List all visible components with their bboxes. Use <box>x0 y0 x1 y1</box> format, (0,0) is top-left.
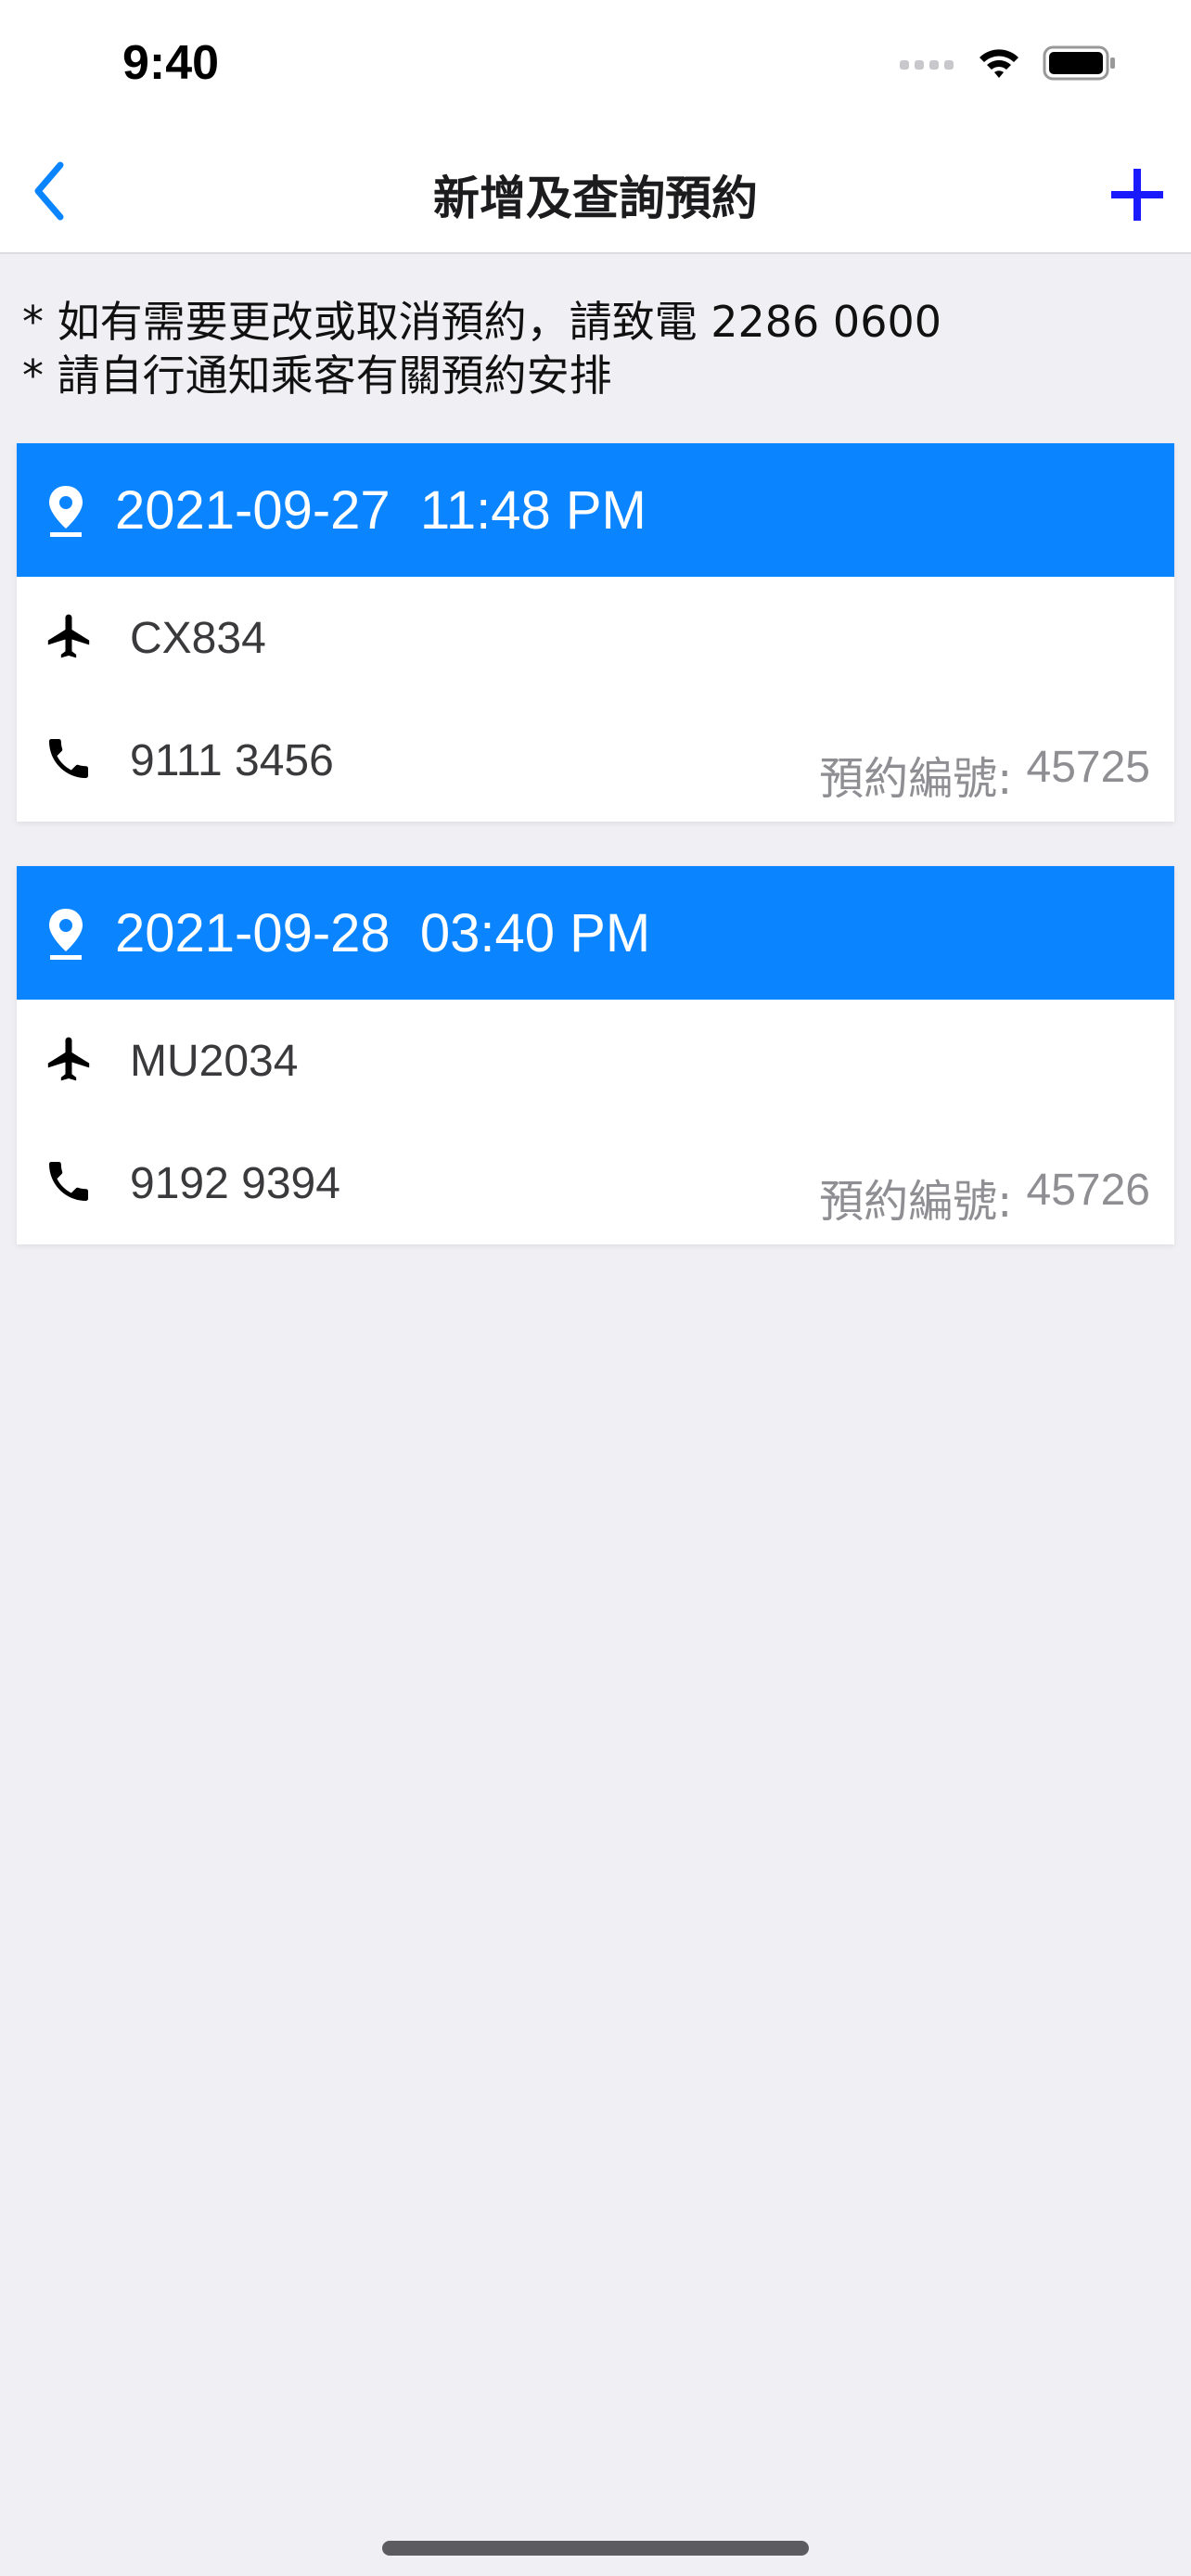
booking-card[interactable]: 2021-09-28 03:40 PM MU2034 9192 9394 預約編… <box>17 866 1174 1244</box>
booking-number-value: 45725 <box>1026 743 1150 792</box>
booking-number: 預約編號: 45725 <box>819 742 1150 807</box>
battery-icon <box>1043 45 1117 85</box>
location-pin-icon <box>43 482 89 538</box>
wifi-icon <box>976 45 1022 85</box>
flight-number: MU2034 <box>130 1036 299 1086</box>
notice-line: * 如有需要更改或取消預約，請致電 2286 0600 <box>22 297 941 347</box>
phone-number: 9192 9394 <box>130 1158 340 1208</box>
phone-row: 9111 3456 <box>43 733 334 788</box>
booking-datetime: 2021-09-27 11:48 PM <box>115 479 647 541</box>
booking-datetime: 2021-09-28 03:40 PM <box>115 902 651 963</box>
notice-text: * 如有需要更改或取消預約，請致電 2286 0600 * 請自行通知乘客有關預… <box>22 295 1172 402</box>
flight-row: CX834 <box>43 610 266 666</box>
flight-row: MU2034 <box>43 1033 298 1089</box>
add-booking-button[interactable] <box>1104 163 1171 230</box>
phone-number: 9111 3456 <box>130 735 334 785</box>
notice-line: * 請自行通知乘客有關預約安排 <box>22 351 612 401</box>
phone-icon <box>43 1155 130 1211</box>
signal-icon <box>900 57 955 74</box>
booking-number-label: 預約編號: <box>819 1176 1027 1228</box>
status-bar: 9:40 <box>0 0 1191 130</box>
plus-icon <box>1109 167 1165 226</box>
flight-number: CX834 <box>130 613 266 663</box>
status-icons <box>900 45 1117 85</box>
airplane-icon <box>43 1033 130 1089</box>
booking-number-value: 45726 <box>1026 1166 1150 1215</box>
booking-card[interactable]: 2021-09-27 11:48 PM CX834 9111 3456 預約編號… <box>17 443 1174 822</box>
home-indicator[interactable] <box>382 2541 809 2556</box>
airplane-icon <box>43 610 130 666</box>
phone-row: 9192 9394 <box>43 1155 340 1211</box>
booking-number-label: 預約編號: <box>819 753 1027 805</box>
booking-number: 預約編號: 45726 <box>819 1165 1150 1230</box>
phone-icon <box>43 733 130 788</box>
page-title: 新增及查詢預約 <box>433 172 758 225</box>
location-pin-icon <box>43 905 89 961</box>
status-time: 9:40 <box>122 36 220 90</box>
booking-card-header: 2021-09-28 03:40 PM <box>17 866 1174 1000</box>
nav-bar: 新增及查詢預約 <box>0 130 1191 254</box>
booking-card-header: 2021-09-27 11:48 PM <box>17 443 1174 577</box>
